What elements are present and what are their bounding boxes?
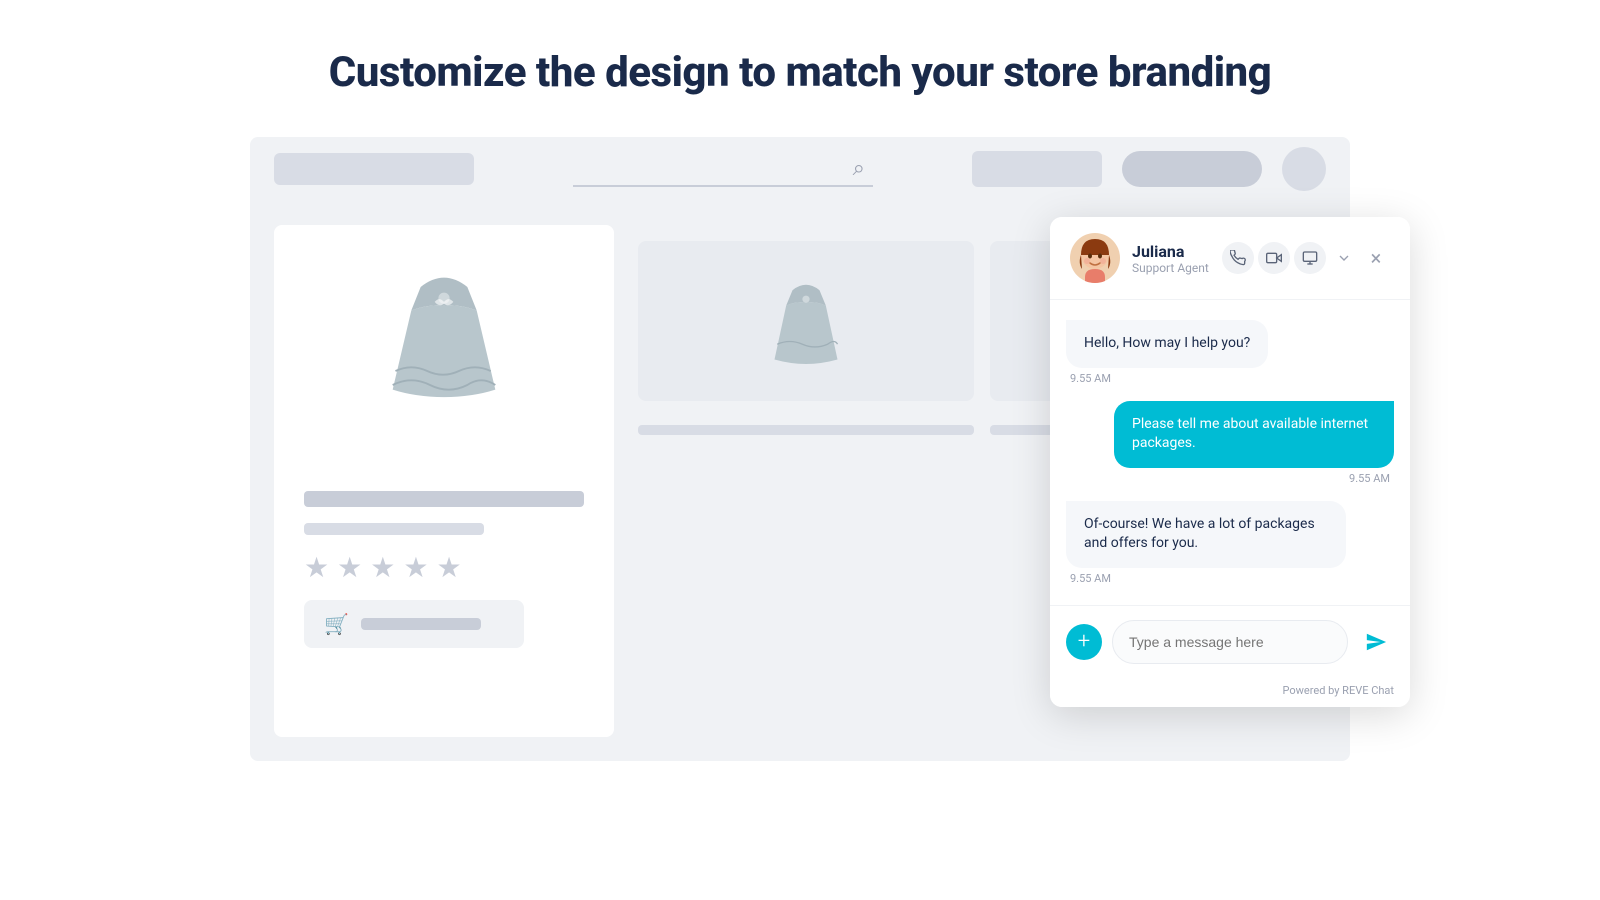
product-image-large (364, 249, 524, 409)
message-time-2: 9.55 AM (1345, 472, 1394, 485)
message-1: Hello, How may I help you? 9.55 AM (1066, 320, 1394, 385)
product-stars: ★ ★ ★ ★ ★ (304, 551, 584, 584)
product-title-bar (304, 491, 584, 507)
video-button[interactable] (1258, 242, 1290, 274)
chat-messages: Hello, How may I help you? 9.55 AM Pleas… (1050, 300, 1410, 605)
message-3: Of-course! We have a lot of packages and… (1066, 501, 1394, 585)
product-card-1 (638, 241, 974, 401)
navbar-avatar (1282, 147, 1326, 191)
message-2: Please tell me about available internet … (1066, 401, 1394, 485)
message-bubble-3: Of-course! We have a lot of packages and… (1066, 501, 1346, 568)
product-image-1 (766, 274, 846, 368)
star-2: ★ (337, 551, 362, 584)
bottom-bar-1 (638, 425, 974, 435)
message-time-1: 9.55 AM (1066, 372, 1115, 385)
header-controls: × (1222, 242, 1390, 274)
agent-info: Juliana Support Agent (1132, 242, 1210, 275)
navbar-button-1 (972, 151, 1102, 187)
close-button[interactable]: × (1362, 244, 1390, 272)
powered-by: Powered by REVE Chat (1050, 678, 1410, 707)
navbar-button-2 (1122, 151, 1262, 187)
add-to-cart-row: 🛒 (304, 600, 524, 648)
store-mockup: ⌕ (250, 137, 1350, 761)
cart-icon: 🛒 (324, 612, 349, 636)
screen-share-button[interactable] (1294, 242, 1326, 274)
star-3: ★ (370, 551, 395, 584)
add-attachment-button[interactable]: + (1066, 624, 1102, 660)
search-icon: ⌕ (853, 156, 865, 181)
product-subtitle-bar (304, 523, 484, 535)
send-button[interactable] (1358, 624, 1394, 660)
star-1: ★ (304, 551, 329, 584)
search-bar: ⌕ (573, 151, 873, 187)
agent-name: Juliana (1132, 242, 1210, 261)
star-5: ★ (436, 551, 461, 584)
star-4: ★ (403, 551, 428, 584)
minimize-button[interactable] (1330, 244, 1358, 272)
message-bubble-1: Hello, How may I help you? (1066, 320, 1268, 368)
message-time-3: 9.55 AM (1066, 572, 1115, 585)
message-bubble-2: Please tell me about available internet … (1114, 401, 1394, 468)
avatar (1070, 233, 1120, 283)
chat-header: Juliana Support Agent (1050, 217, 1410, 300)
chat-input-row: + (1050, 605, 1410, 678)
chat-widget: Juliana Support Agent (1050, 217, 1410, 707)
call-button[interactable] (1222, 242, 1254, 274)
product-info: ★ ★ ★ ★ ★ 🛒 (304, 425, 584, 713)
agent-role: Support Agent (1132, 261, 1210, 275)
navbar-search: ⌕ (494, 151, 952, 187)
page-title: Customize the design to match your store… (329, 48, 1271, 97)
navbar-logo (274, 153, 474, 185)
store-navbar: ⌕ (250, 137, 1350, 201)
cart-label-bar (361, 618, 481, 630)
product-featured: ★ ★ ★ ★ ★ 🛒 (274, 225, 614, 737)
message-input[interactable] (1112, 620, 1348, 664)
